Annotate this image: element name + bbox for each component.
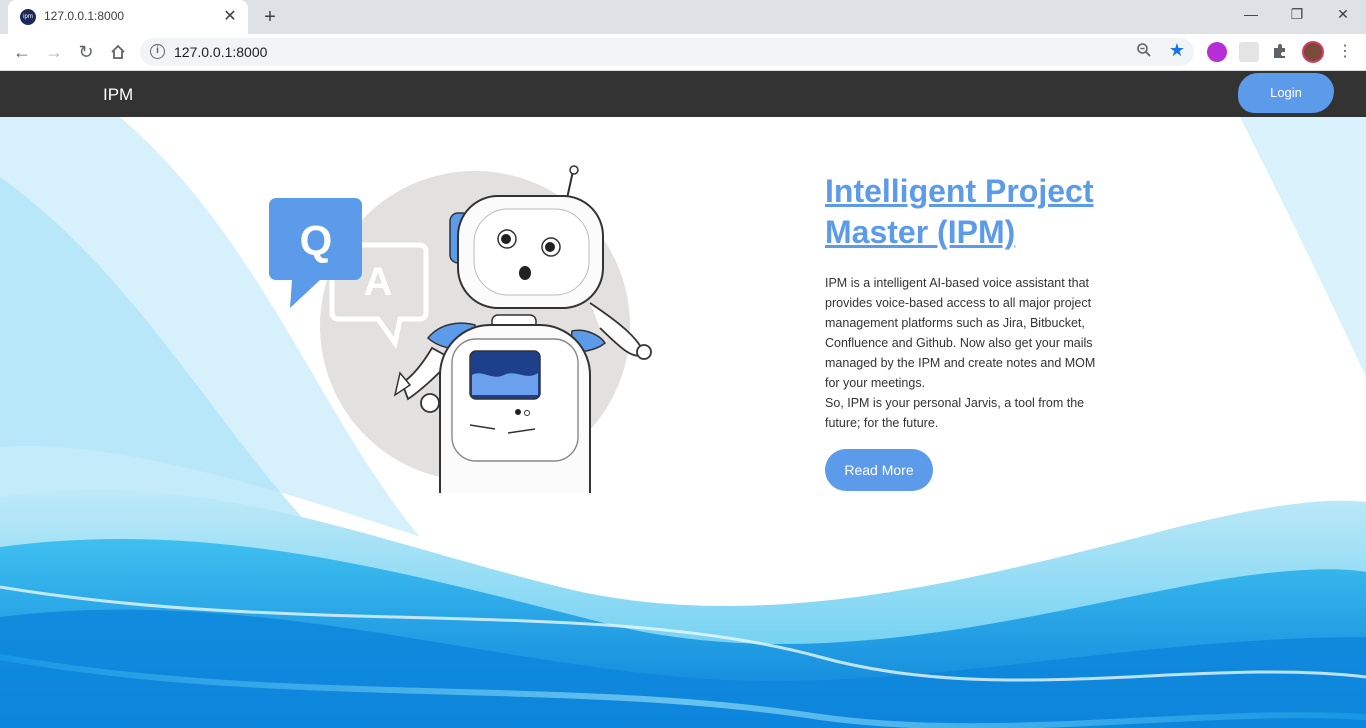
read-more-button[interactable]: Read More <box>825 449 933 491</box>
home-icon[interactable] <box>105 39 131 65</box>
forward-icon[interactable]: → <box>41 39 67 65</box>
robot-illustration: A Q <box>269 165 652 493</box>
close-tab-icon[interactable]: ✕ <box>220 7 240 27</box>
bookmark-star-icon[interactable]: ★ <box>1169 40 1185 61</box>
hero-description: IPM is a intelligent AI-based voice assi… <box>825 273 1105 433</box>
brand-logo[interactable]: IPM <box>103 85 133 105</box>
site-info-icon[interactable]: i <box>150 44 165 59</box>
extension-purple-icon[interactable] <box>1207 42 1227 62</box>
zoom-icon[interactable] <box>1136 42 1152 62</box>
login-button[interactable]: Login <box>1238 73 1334 113</box>
browser-tab[interactable]: ipm 127.0.0.1:8000 ✕ <box>8 0 248 34</box>
extension-gray-icon[interactable] <box>1239 42 1259 62</box>
site-navbar: IPM Login <box>0 71 1366 117</box>
wave-background <box>0 117 1366 728</box>
restore-icon[interactable]: ❐ <box>1274 0 1320 30</box>
profile-avatar[interactable] <box>1302 41 1324 63</box>
url-text[interactable]: 127.0.0.1:8000 <box>174 44 267 60</box>
browser-menu-icon[interactable]: ⋮ <box>1332 39 1358 65</box>
hero-title[interactable]: Intelligent Project Master (IPM) <box>825 171 1115 253</box>
hero-section: Intelligent Project Master (IPM) IPM is … <box>825 171 1115 491</box>
address-bar[interactable]: i 127.0.0.1:8000 ★ <box>140 38 1194 66</box>
svg-text:A: A <box>364 260 393 304</box>
favicon-icon: ipm <box>20 9 36 25</box>
minimize-icon[interactable]: — <box>1228 0 1274 30</box>
tab-title: 127.0.0.1:8000 <box>44 9 125 23</box>
browser-tab-bar: ipm 127.0.0.1:8000 ✕ + — ❐ ✕ <box>0 0 1366 34</box>
svg-text:Q: Q <box>300 217 333 264</box>
close-window-icon[interactable]: ✕ <box>1320 0 1366 30</box>
back-icon[interactable]: ← <box>9 39 35 65</box>
browser-toolbar: ← → ↻ i 127.0.0.1:8000 ★ ⋮ <box>0 34 1366 71</box>
hero-description-tagline: So, IPM is your personal Jarvis, a tool … <box>825 396 1085 430</box>
new-tab-icon[interactable]: + <box>258 5 282 29</box>
web-page: IPM Login A Q Intelligent Project Master… <box>0 71 1366 728</box>
hero-description-paragraph: IPM is a intelligent AI-based voice assi… <box>825 276 1096 390</box>
reload-icon[interactable]: ↻ <box>73 39 99 65</box>
extensions-puzzle-icon[interactable] <box>1271 42 1291 62</box>
